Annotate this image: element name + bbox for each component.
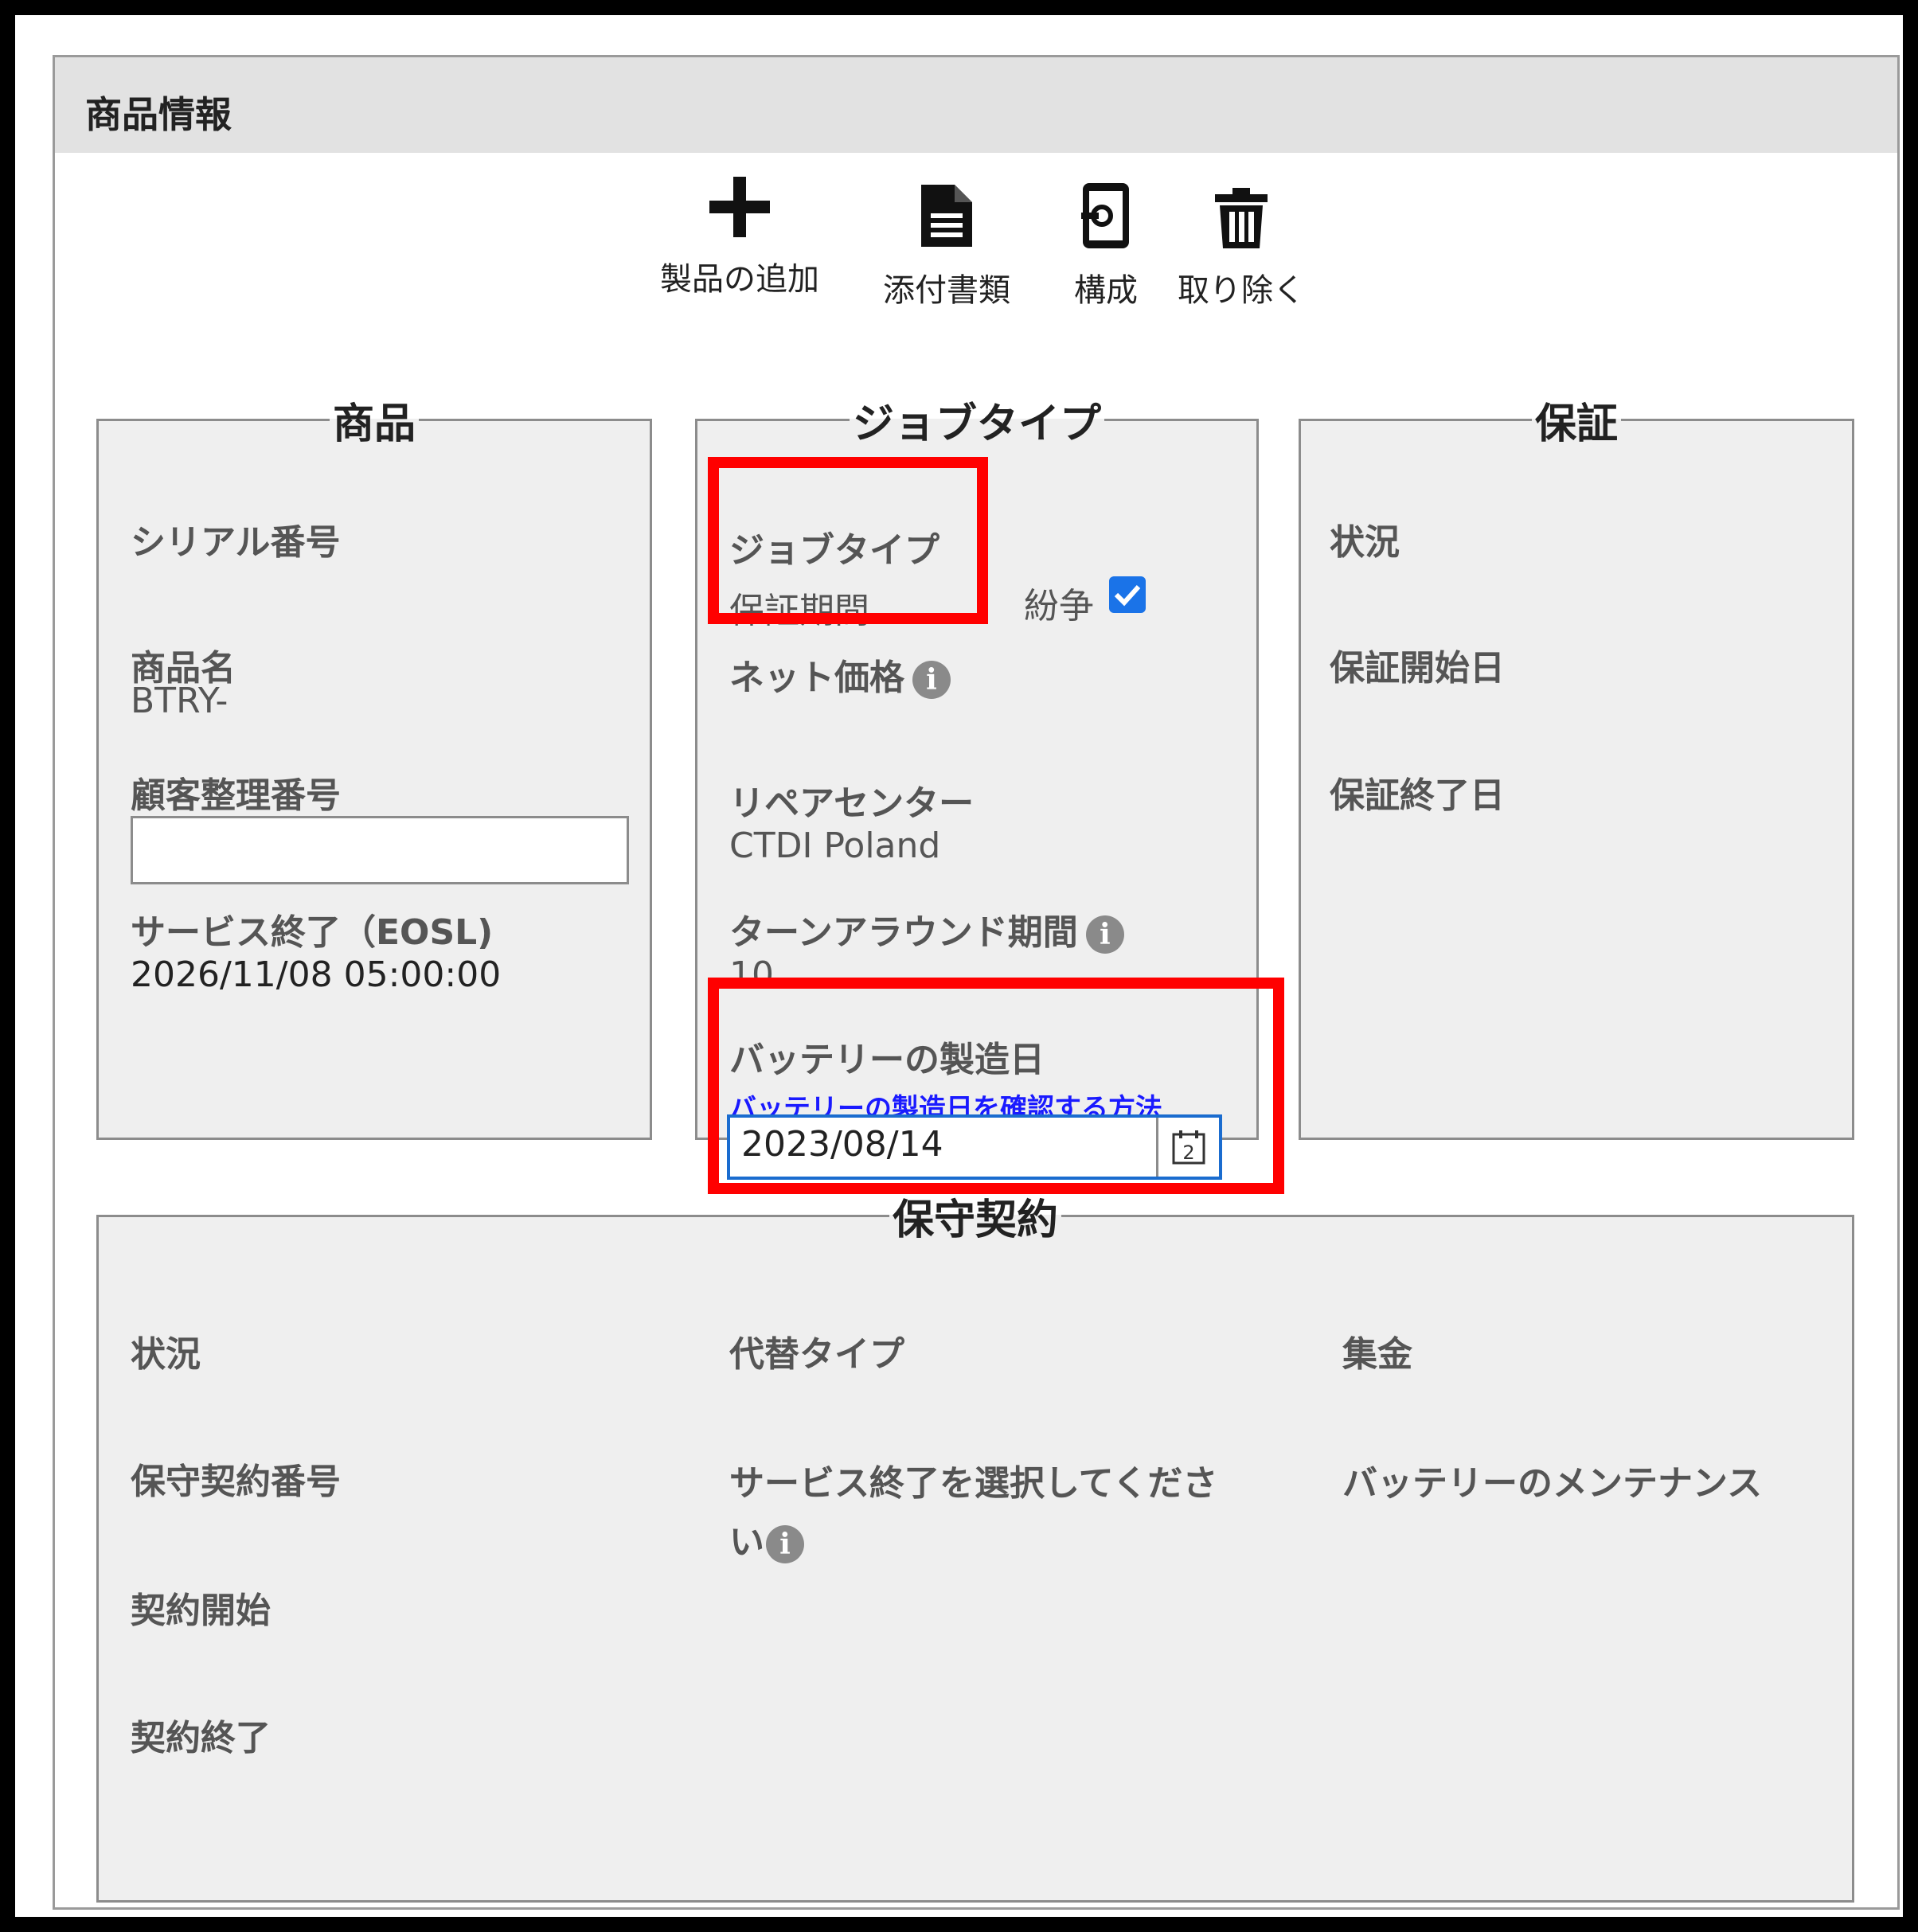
highlight-jobtype	[708, 457, 988, 624]
net-price-text: ネット価格	[729, 658, 904, 698]
contract-number-label: 保守契約番号	[131, 1462, 341, 1502]
attachments-button[interactable]: 添付書類	[859, 181, 1034, 310]
turnaround-text: ターンアラウンド期間	[729, 912, 1078, 953]
trash-icon	[1215, 188, 1268, 248]
info-icon[interactable]: i	[912, 661, 951, 699]
repair-center-label: リペアセンター	[729, 783, 975, 824]
configuration-label: 構成	[1074, 272, 1138, 309]
jobtype-legend: ジョブタイプ	[852, 400, 1101, 448]
warranty-start-label: 保証開始日	[1330, 648, 1505, 689]
contract-start-label: 契約開始	[131, 1590, 271, 1631]
info-icon[interactable]: i	[1085, 915, 1124, 954]
add-product-label: 製品の追加	[660, 261, 819, 298]
product-legend: 商品	[332, 400, 416, 448]
plus-icon	[709, 177, 770, 237]
dispute-label: 紛争	[1024, 586, 1094, 626]
eosl-select-line2-text: い	[729, 1522, 764, 1563]
serial-number-label: シリアル番号	[131, 522, 341, 563]
eosl-value: 2026/11/08 05:00:00	[131, 954, 502, 995]
warranty-legend: 保証	[1534, 400, 1618, 448]
customer-ref-input[interactable]	[131, 816, 629, 884]
highlight-battery-date	[708, 978, 1284, 1194]
warranty-status-label: 状況	[1330, 522, 1400, 563]
product-fieldset: 商品 シリアル番号 商品名 BTRY- 顧客整理番号 サービス終了（EOSL) …	[96, 390, 652, 1140]
replacement-type-label: 代替タイプ	[729, 1334, 904, 1375]
eosl-select-line2: いi	[729, 1513, 804, 1564]
battery-maintenance-label: バッテリーのメンテナンス	[1342, 1463, 1763, 1504]
device-settings-icon	[1081, 183, 1129, 248]
product-info-panel: 商品情報 製品の追加 添付書類 構成 取り除く 商品 シリアル番号 商品名 BT…	[53, 55, 1900, 1910]
customer-ref-label: 顧客整理番号	[131, 775, 341, 816]
collection-label: 集金	[1342, 1334, 1412, 1375]
contract-fieldset: 保守契約 状況 保守契約番号 契約開始 契約終了 代替タイプ サービス終了を選択…	[96, 1186, 1854, 1903]
attachments-label: 添付書類	[883, 272, 1010, 309]
warranty-fieldset: 保証 状況 保証開始日 保証終了日	[1299, 390, 1854, 1140]
eosl-label: サービス終了（EOSL)	[131, 912, 494, 953]
contract-legend: 保守契約	[892, 1196, 1058, 1244]
remove-button[interactable]: 取り除く	[1162, 186, 1321, 310]
net-price-label: ネット価格 i	[729, 649, 951, 700]
add-product-button[interactable]: 製品の追加	[644, 175, 835, 299]
window-frame: 商品情報 製品の追加 添付書類 構成 取り除く 商品 シリアル番号 商品名 BT…	[0, 0, 1918, 1932]
repair-center-value: CTDI Poland	[729, 825, 941, 866]
remove-label: 取り除く	[1178, 272, 1305, 309]
panel-header: 商品情報	[55, 57, 1897, 153]
configuration-button[interactable]: 構成	[1042, 181, 1170, 310]
contract-end-label: 契約終了	[131, 1718, 271, 1758]
contract-status-label: 状況	[131, 1334, 201, 1375]
warranty-end-label: 保証終了日	[1330, 775, 1505, 816]
document-icon	[921, 185, 972, 247]
product-name-value: BTRY-	[131, 681, 229, 721]
panel-title: 商品情報	[85, 93, 232, 136]
turnaround-label: ターンアラウンド期間 i	[729, 904, 1124, 954]
eosl-select-line1: サービス終了を選択してくださ	[729, 1463, 1218, 1504]
info-icon[interactable]: i	[766, 1525, 804, 1563]
dispute-checkbox[interactable]	[1108, 576, 1147, 614]
